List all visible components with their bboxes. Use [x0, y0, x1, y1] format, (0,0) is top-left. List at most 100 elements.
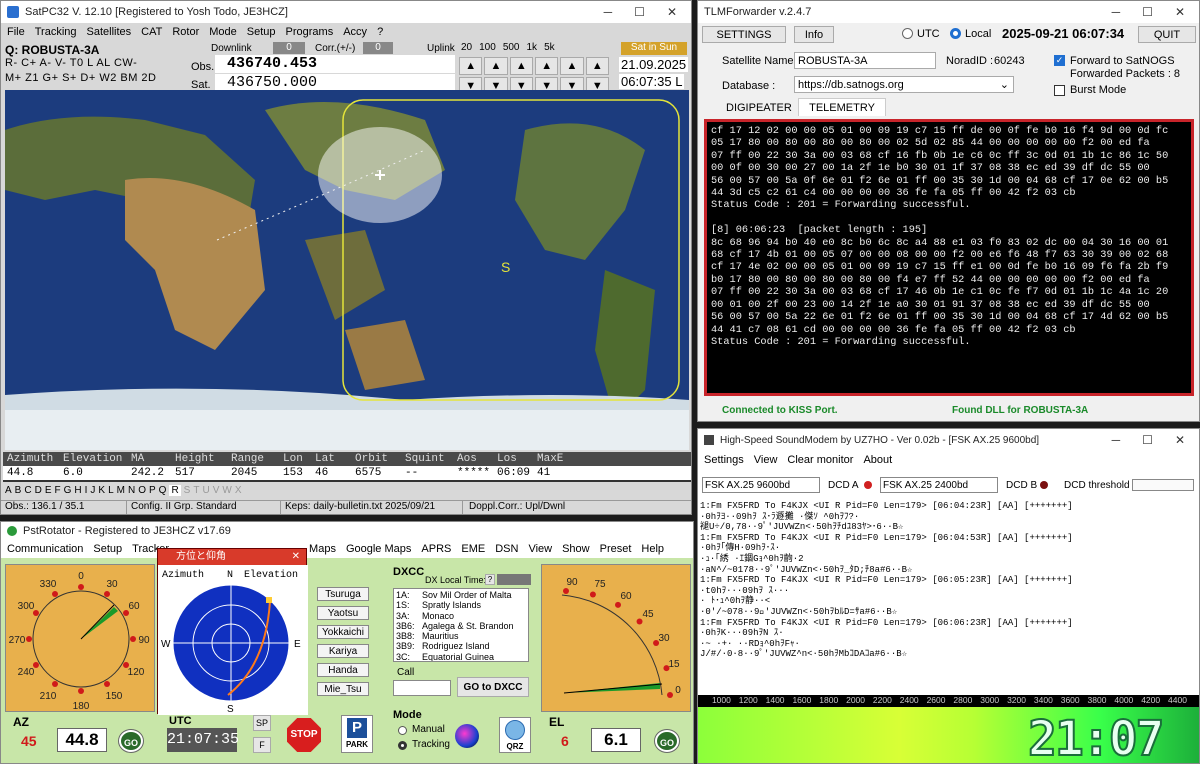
- letter-u[interactable]: U: [202, 485, 209, 496]
- packet-monitor[interactable]: 1:Fm FX5FRD To F4KJX <UI R Pid=F0 Len=17…: [700, 501, 1188, 719]
- step-5k[interactable]: 5k: [544, 42, 555, 53]
- menu-help[interactable]: ?: [377, 26, 383, 38]
- modem-b-select[interactable]: FSK AX.25 2400bd: [880, 477, 998, 493]
- f-button[interactable]: F: [253, 737, 271, 753]
- mode-buttons-row1[interactable]: R- C+ A- V- T0 L AL CW-: [5, 57, 137, 69]
- world-map[interactable]: S: [5, 90, 689, 450]
- list-item[interactable]: 3C: Equatorial Guinea: [396, 652, 526, 661]
- spin-up-icon[interactable]: ▲: [585, 57, 609, 75]
- burst-checkbox[interactable]: [1054, 85, 1065, 96]
- menu-cat[interactable]: CAT: [141, 26, 162, 38]
- menu-google-maps[interactable]: Google Maps: [346, 543, 411, 555]
- step-20[interactable]: 20: [461, 42, 472, 53]
- letter-d[interactable]: D: [35, 485, 42, 496]
- letter-b[interactable]: B: [15, 485, 22, 496]
- mode-buttons-row2[interactable]: M+ Z1 G+ S+ D+ W2 BM 2D: [5, 72, 157, 84]
- elevation-gauge[interactable]: 90 75 60 45 30 15 0: [541, 564, 691, 712]
- info-button[interactable]: Info: [794, 26, 834, 43]
- menu-eme[interactable]: EME: [461, 543, 485, 555]
- el-current-value[interactable]: 6.1: [591, 728, 641, 752]
- letter-c[interactable]: C: [24, 485, 31, 496]
- letter-t[interactable]: T: [193, 485, 199, 496]
- letter-o[interactable]: O: [138, 485, 146, 496]
- el-go-button[interactable]: GO: [655, 730, 679, 752]
- qrz-button[interactable]: QRZ: [499, 717, 531, 753]
- maximize-icon[interactable]: ☐: [634, 5, 645, 19]
- menu-settings[interactable]: Settings: [704, 454, 744, 466]
- step-100[interactable]: 100: [479, 42, 496, 53]
- menu-accy[interactable]: Accy: [343, 26, 367, 38]
- letter-i[interactable]: I: [85, 485, 88, 496]
- globe-icon[interactable]: [455, 724, 479, 748]
- spin-up-icon[interactable]: ▲: [459, 57, 483, 75]
- park-button[interactable]: P PARK: [341, 715, 373, 753]
- close-icon[interactable]: ✕: [292, 549, 300, 565]
- tab-digipeater[interactable]: DIGIPEATER: [726, 102, 792, 114]
- list-item[interactable]: 3A: Monaco: [396, 611, 526, 621]
- tab-telemetry[interactable]: TELEMETRY: [798, 98, 886, 116]
- list-item[interactable]: 3B8: Mauritius: [396, 631, 526, 641]
- menu-rotor[interactable]: Rotor: [172, 26, 199, 38]
- menu-preset[interactable]: Preset: [600, 543, 632, 555]
- letter-a[interactable]: A: [5, 485, 12, 496]
- close-icon[interactable]: ✕: [667, 5, 677, 19]
- manual-radio[interactable]: [398, 726, 407, 735]
- dcd-threshold-slider[interactable]: [1132, 479, 1194, 491]
- menu-communication[interactable]: Communication: [7, 543, 83, 555]
- az-current-value[interactable]: 44.8: [57, 728, 107, 752]
- letter-f[interactable]: F: [54, 485, 60, 496]
- letter-g[interactable]: G: [64, 485, 72, 496]
- quit-button[interactable]: QUIT: [1138, 26, 1196, 43]
- go-to-dxcc-button[interactable]: GO to DXCC: [457, 677, 529, 697]
- menu-about[interactable]: About: [863, 454, 892, 466]
- preset-yaotsu[interactable]: Yaotsu: [317, 606, 369, 620]
- spin-up-icon[interactable]: ▲: [560, 57, 584, 75]
- list-item[interactable]: 1A: Sov Mil Order of Malta: [396, 590, 526, 600]
- spin-up-icon[interactable]: ▲: [484, 57, 508, 75]
- preset-tsuruga[interactable]: Tsuruga: [317, 587, 369, 601]
- menu-maps[interactable]: Maps: [309, 543, 336, 555]
- menu-dsn[interactable]: DSN: [495, 543, 518, 555]
- database-select[interactable]: https://db.satnogs.org ⌄: [794, 76, 1014, 93]
- close-icon[interactable]: ✕: [1175, 433, 1185, 447]
- menu-view[interactable]: View: [754, 454, 778, 466]
- maximize-icon[interactable]: ☐: [1142, 5, 1153, 19]
- azimuth-gauge[interactable]: 0 30 60 90 120 150 180 210 240 270 300 3…: [5, 564, 155, 712]
- dx-help-button[interactable]: ?: [485, 574, 495, 585]
- maximize-icon[interactable]: ☐: [1142, 433, 1153, 447]
- letter-x[interactable]: X: [235, 485, 242, 496]
- close-icon[interactable]: ✕: [1175, 5, 1185, 19]
- menu-setup[interactable]: Setup: [93, 543, 122, 555]
- menu-show[interactable]: Show: [562, 543, 590, 555]
- preset-yokkaichi[interactable]: Yokkaichi: [317, 625, 369, 639]
- preset-handa[interactable]: Handa: [317, 663, 369, 677]
- az-go-button[interactable]: GO: [119, 730, 143, 752]
- letter-n[interactable]: N: [128, 485, 135, 496]
- menu-file[interactable]: File: [7, 26, 25, 38]
- spin-up-icon[interactable]: ▲: [535, 57, 559, 75]
- forward-checkbox[interactable]: ✓: [1054, 55, 1065, 66]
- local-radio[interactable]: [950, 28, 961, 39]
- letter-s[interactable]: S: [184, 485, 191, 496]
- letter-p[interactable]: P: [149, 485, 156, 496]
- letter-w[interactable]: W: [222, 485, 231, 496]
- step-500[interactable]: 500: [503, 42, 520, 53]
- menu-programs[interactable]: Programs: [286, 26, 334, 38]
- utc-radio[interactable]: [902, 28, 913, 39]
- letter-e[interactable]: E: [45, 485, 52, 496]
- tracking-radio[interactable]: [398, 741, 407, 750]
- letter-r[interactable]: R: [169, 485, 181, 496]
- menu-tracking[interactable]: Tracking: [35, 26, 77, 38]
- call-input[interactable]: [393, 680, 451, 696]
- menu-setup[interactable]: Setup: [247, 26, 276, 38]
- telemetry-log[interactable]: cf 17 12 02 00 00 05 01 00 09 19 c7 15 f…: [704, 119, 1194, 396]
- menu-clear-monitor[interactable]: Clear monitor: [787, 454, 853, 466]
- list-item[interactable]: 3B6: Agalega & St. Brandon: [396, 621, 526, 631]
- menu-aprs[interactable]: APRS: [421, 543, 451, 555]
- letter-j[interactable]: J: [90, 485, 95, 496]
- list-item[interactable]: 1S: Spratly Islands: [396, 600, 526, 610]
- letter-k[interactable]: K: [98, 485, 105, 496]
- menu-satellites[interactable]: Satellites: [87, 26, 132, 38]
- letter-v[interactable]: V: [213, 485, 220, 496]
- dxcc-list[interactable]: 1A: Sov Mil Order of Malta 1S: Spratly Isl…: [393, 588, 529, 662]
